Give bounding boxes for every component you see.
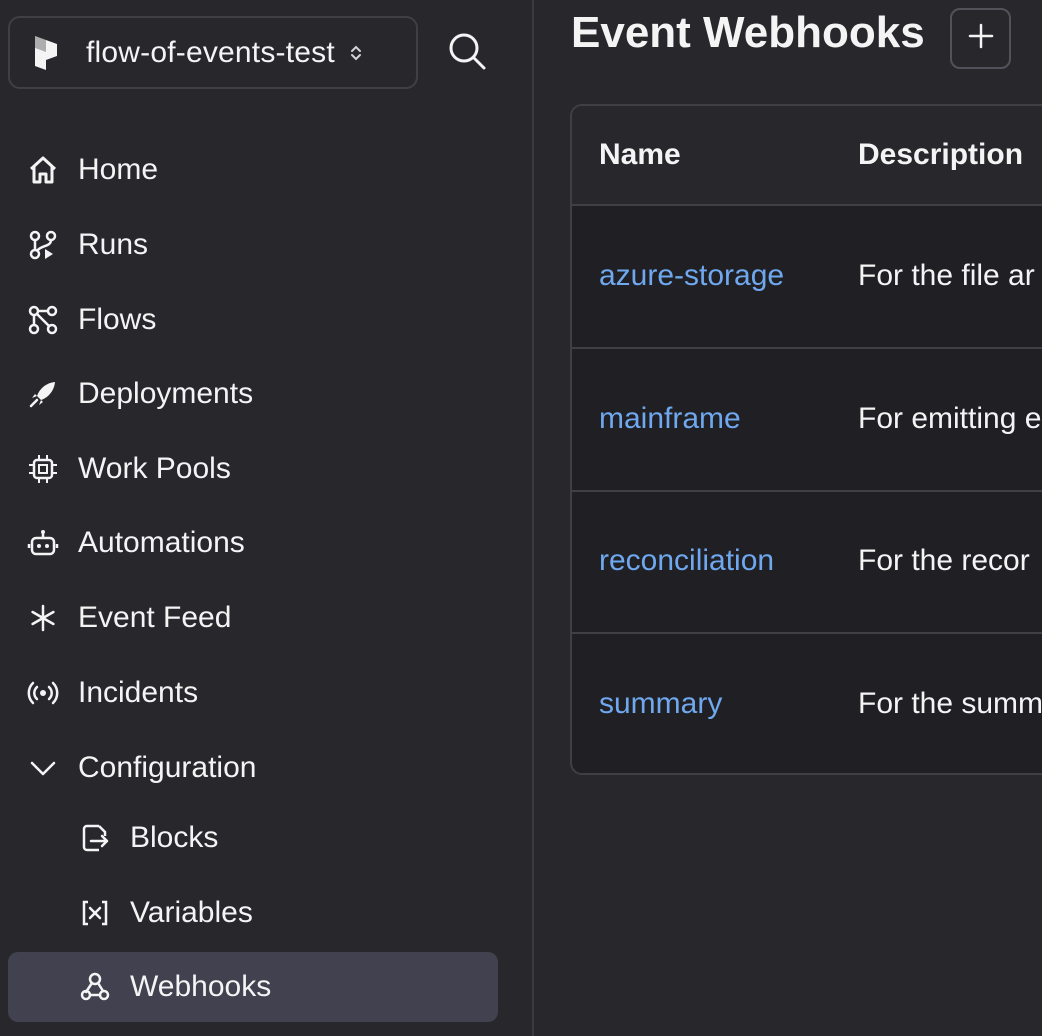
sidebar-item-label: Blocks [130,821,219,854]
sidebar-item-label: Variables [130,896,253,929]
sidebar-item-event-feed[interactable]: Event Feed [8,583,498,653]
sidebar-item-label: Runs [78,228,149,261]
sidebar-item-label: Flows [78,303,157,336]
workspace-name: flow-of-events-test [86,35,335,69]
search-icon [447,31,487,76]
chevron-up-down-icon [349,41,363,65]
cpu-icon [26,452,60,486]
sidebar-item-runs[interactable]: Runs [8,210,498,280]
sidebar-item-label: Webhooks [130,970,272,1003]
add-webhook-button[interactable] [950,8,1011,69]
sidebar-item-label: Work Pools [78,452,231,485]
sidebar-item-home[interactable]: Home [8,135,498,205]
webhook-description: For emitting e [858,402,1042,435]
webhook-name-link[interactable]: summary [599,687,722,721]
table-header: Name Description [572,106,1042,206]
flows-icon [26,303,60,337]
sidebar-item-label: Deployments [78,377,254,410]
webhook-name-link[interactable]: reconciliation [599,544,774,578]
sidebar-item-variables[interactable]: Variables [8,878,498,948]
workspace-switcher[interactable]: flow-of-events-test [8,16,418,89]
table-row: reconciliation For the recor [572,491,1042,634]
blocks-icon [78,821,112,855]
sidebar-item-blocks[interactable]: Blocks [8,803,498,873]
column-header-name: Name [599,138,681,171]
search-button[interactable] [444,30,490,76]
sidebar-item-flows[interactable]: Flows [8,285,498,355]
webhook-description: For the recor [858,544,1030,577]
home-icon [26,153,60,187]
plus-icon [967,22,995,55]
variable-icon [78,896,112,930]
webhook-name-link[interactable]: azure-storage [599,259,784,293]
rocket-icon [26,377,60,411]
sidebar-item-incidents[interactable]: Incidents [8,658,498,728]
sidebar-item-deployments[interactable]: Deployments [8,359,498,429]
bot-icon [26,526,60,560]
asterisk-icon [26,601,60,635]
table-row: azure-storage For the file ar [572,206,1042,349]
sidebar-item-work-pools[interactable]: Work Pools [8,434,498,504]
webhook-name-link[interactable]: mainframe [599,402,741,436]
sidebar-item-webhooks[interactable]: Webhooks [8,952,498,1022]
sidebar-item-label: Automations [78,526,245,559]
prefect-logo-icon [30,33,62,73]
sidebar-item-automations[interactable]: Automations [8,508,498,578]
page-title: Event Webhooks [571,8,925,57]
table-row: mainframe For emitting e [572,349,1042,492]
sidebar: flow-of-events-test Home Runs Flows Depl… [0,0,534,1036]
webhook-description: For the summ [858,687,1042,720]
sidebar-item-label: Event Feed [78,601,232,634]
webhook-description: For the file ar [858,259,1035,292]
main-content: Event Webhooks Name Description azure-st… [536,0,1042,1036]
sidebar-item-label: Incidents [78,676,199,709]
webhooks-table: Name Description azure-storage For the f… [570,104,1042,775]
sidebar-item-label: Configuration [78,751,257,784]
radio-icon [26,676,60,710]
table-row: summary For the summ [572,634,1042,773]
column-header-description: Description [858,138,1024,171]
runs-icon [26,228,60,262]
webhook-icon [78,970,112,1004]
sidebar-item-label: Home [78,153,159,186]
chevron-down-icon [26,751,60,785]
sidebar-item-configuration[interactable]: Configuration [8,733,498,803]
